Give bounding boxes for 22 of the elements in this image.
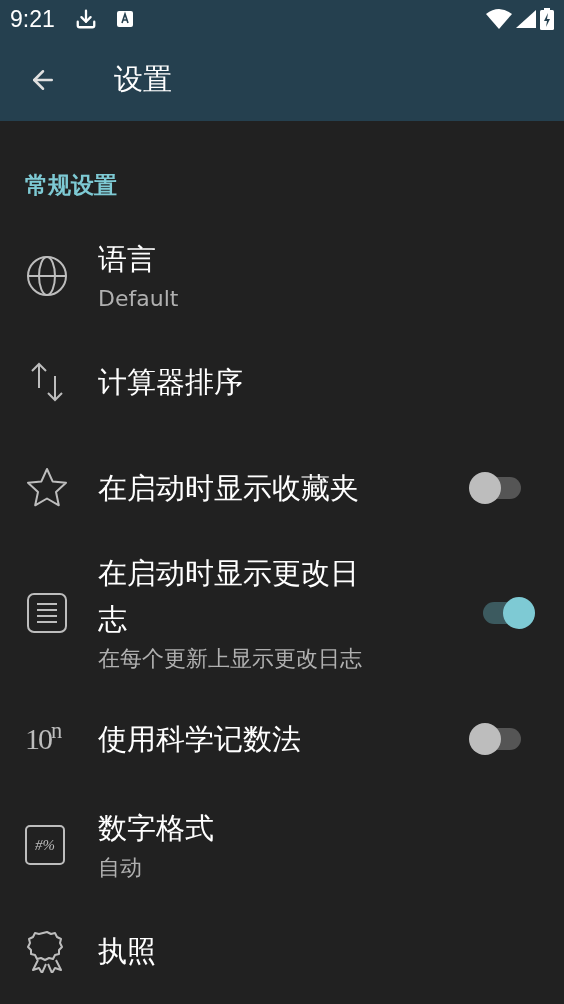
row-subtitle: 在每个更新上显示更改日志 [98, 645, 363, 674]
row-title: 使用科学记数法 [98, 721, 302, 758]
row-subtitle: Default [98, 284, 180, 313]
settings-row[interactable]: 计算器排序 [0, 328, 564, 435]
number-format-icon: #% [25, 825, 65, 865]
settings-row[interactable]: 10$^{n}$ 使用科学记数法 [0, 686, 564, 792]
row-title: 数字格式 [98, 810, 215, 847]
settings-row[interactable]: #% 数字格式 自动 [0, 792, 564, 898]
section-header: 常规设置 [25, 172, 117, 199]
settings-row[interactable]: 执照 [0, 898, 564, 1004]
settings-row[interactable]: 在启动时显示收藏夹 [0, 434, 564, 541]
settings-row[interactable]: 语言 Default [0, 222, 564, 329]
row-subtitle: 自动 [98, 854, 143, 882]
row-title: 计算器排序 [98, 363, 244, 401]
app-bar-title: 设置 [114, 60, 172, 98]
power-icon: 10$^{n}$ [25, 724, 61, 754]
settings-row[interactable]: 在启动时显示更改日志 在每个更新上显示更改日志 [0, 540, 564, 686]
row-title: 执照 [98, 933, 157, 970]
row-title: 语言 [98, 240, 157, 278]
row-title: 在启动时显示更改日志 [98, 555, 360, 639]
row-title: 在启动时显示收藏夹 [98, 469, 360, 507]
status-time: 9:21 [10, 4, 55, 34]
